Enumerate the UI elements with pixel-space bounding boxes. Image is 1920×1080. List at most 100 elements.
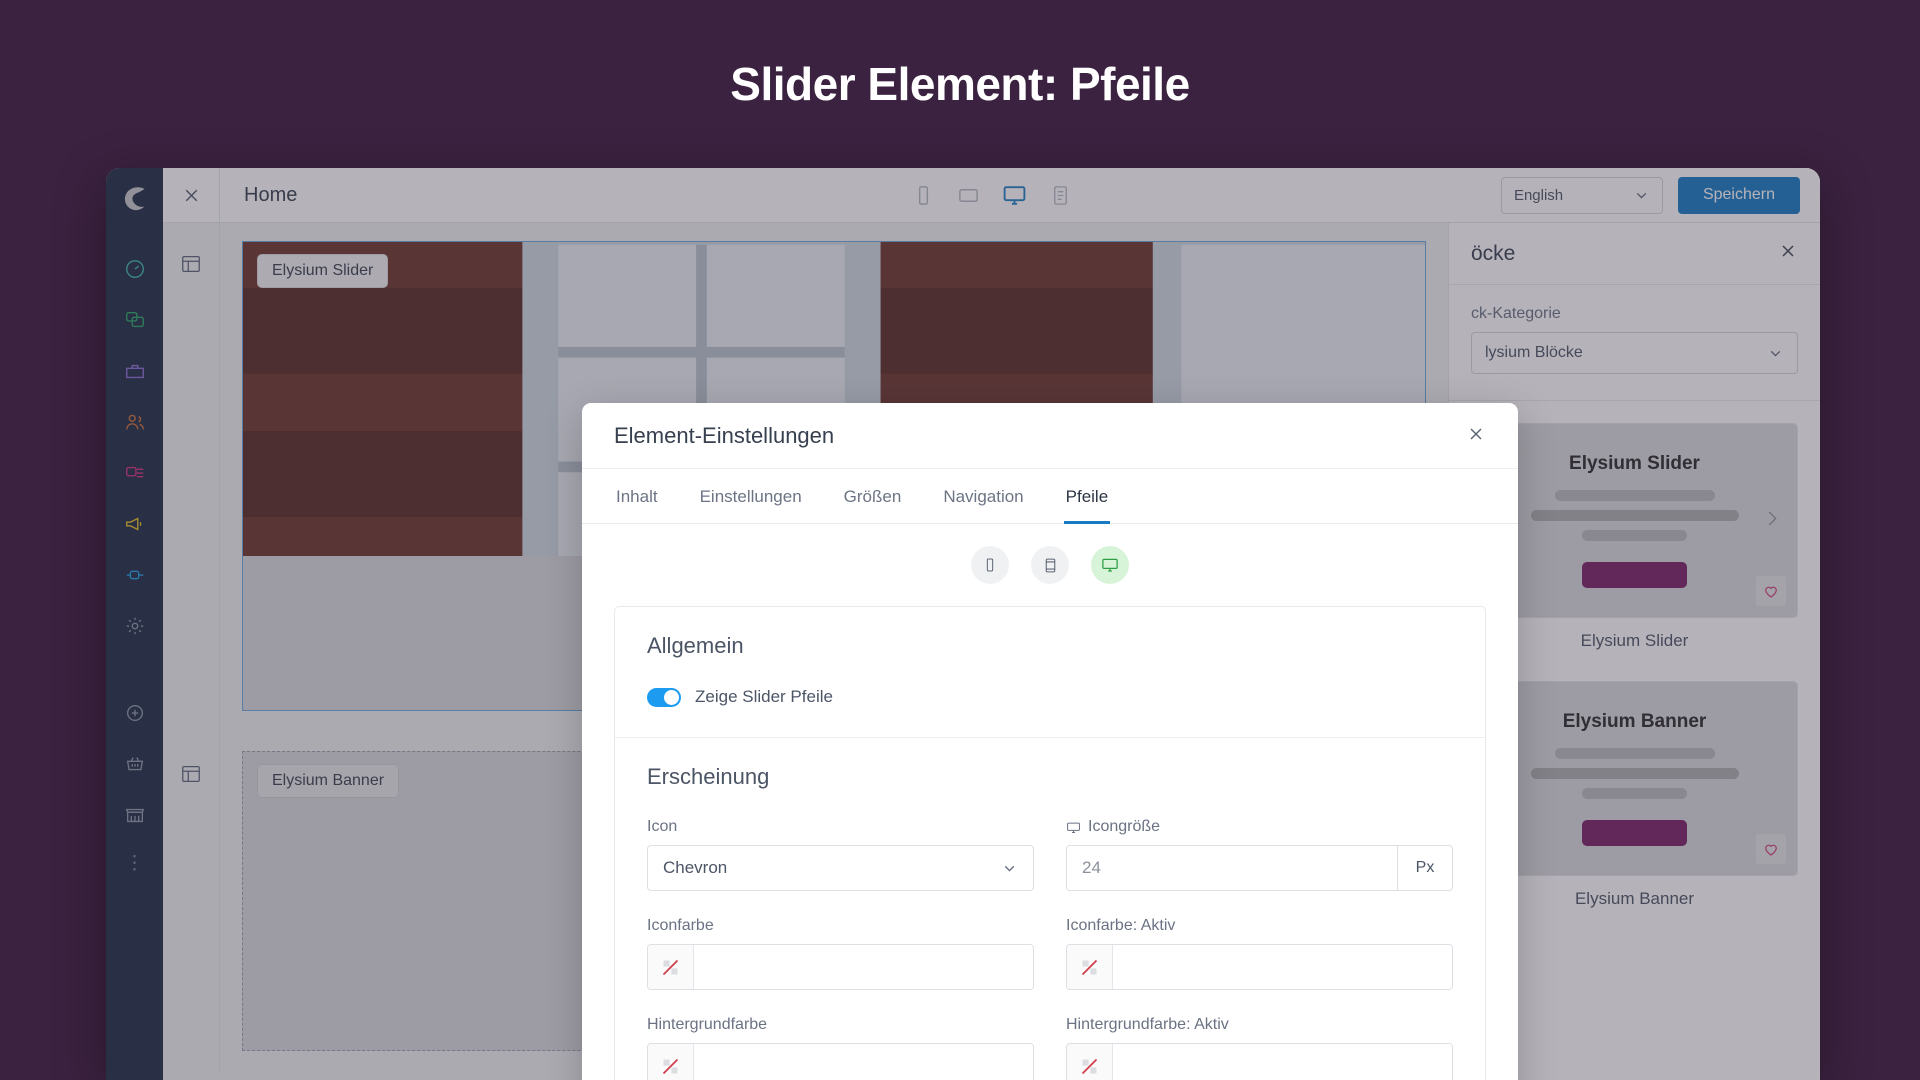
icon-field-group: Icon Chevron [647, 818, 1034, 891]
slider-next-arrow-icon [1761, 507, 1783, 534]
icon-color-active-field[interactable] [1066, 944, 1453, 990]
language-value: English [1513, 186, 1564, 204]
block-preview-title: Elysium Banner [1562, 711, 1707, 732]
block-card-slider[interactable]: Elysium Slider Elysium Slider [1471, 423, 1798, 651]
no-color-swatch-icon[interactable] [648, 1044, 694, 1080]
appearance-section: Erscheinung Icon Chevron Icongröße 24 Px… [615, 737, 1485, 1080]
bg-color-active-label: Hintergrundfarbe: Aktiv [1066, 1016, 1229, 1033]
icon-size-label-text: Icongröße [1088, 818, 1161, 835]
no-color-swatch-icon[interactable] [1067, 1044, 1113, 1080]
sidebar-item-settings[interactable] [120, 611, 150, 641]
tab-einstellungen[interactable]: Einstellungen [698, 469, 804, 523]
chevron-down-icon [1636, 192, 1647, 199]
skeleton-line [1582, 530, 1687, 541]
desktop-icon [1067, 822, 1080, 833]
viewport-list-icon[interactable] [1049, 184, 1072, 207]
appearance-row-1: Icon Chevron Icongröße 24 Px [647, 818, 1453, 891]
show-arrows-row[interactable]: Zeige Slider Pfeile [647, 687, 1453, 707]
block-preview: Elysium Slider [1471, 423, 1798, 618]
skeleton-line [1530, 768, 1739, 779]
tab-navigation[interactable]: Navigation [941, 469, 1025, 523]
viewport-desktop-icon[interactable] [1002, 183, 1027, 208]
section-layout-icon[interactable] [163, 733, 220, 1073]
appearance-row-2: Iconfarbe Iconfarbe: Aktiv [647, 917, 1453, 990]
icon-size-field-group: Icongröße 24 Px [1066, 818, 1453, 891]
breakpoint-desktop-button[interactable] [1091, 546, 1129, 584]
sidebar-more-icon[interactable]: ⋮ [125, 854, 144, 873]
icon-size-input[interactable]: 24 Px [1066, 845, 1453, 891]
sidebar-item-extensions[interactable] [120, 560, 150, 590]
favorite-heart-icon[interactable] [1755, 575, 1787, 607]
block-preview-title: Elysium Slider [1569, 453, 1700, 474]
settings-card: Allgemein Zeige Slider Pfeile Erscheinun… [614, 606, 1486, 1080]
modal-body: Allgemein Zeige Slider Pfeile Erscheinun… [582, 524, 1518, 1080]
admin-sidebar[interactable]: ⋮ [106, 168, 163, 1080]
page-title: Slider Element: Pfeile [730, 58, 1190, 110]
chevron-down-icon [1004, 865, 1015, 872]
viewport-tablet-icon[interactable] [957, 184, 980, 207]
banner-block-label: Elysium Banner [257, 764, 400, 798]
save-button[interactable]: Speichern [1677, 176, 1800, 214]
skeleton-line [1530, 510, 1739, 521]
icon-color-field-group: Iconfarbe [647, 917, 1034, 990]
favorite-heart-icon[interactable] [1755, 833, 1787, 865]
block-category-label: ck-Kategorie [1471, 305, 1561, 322]
icon-select[interactable]: Chevron [647, 845, 1034, 891]
icon-color-active-label: Iconfarbe: Aktiv [1066, 917, 1176, 934]
tab-inhalt[interactable]: Inhalt [614, 469, 660, 523]
icon-color-field[interactable] [647, 944, 1034, 990]
general-section: Allgemein Zeige Slider Pfeile [615, 607, 1485, 737]
skeleton-line [1554, 490, 1715, 501]
element-settings-modal: Element-Einstellungen Inhalt Einstellung… [582, 403, 1518, 1080]
appearance-row-3: Hintergrundfarbe Hintergrundfarbe: Aktiv [647, 1016, 1453, 1080]
show-arrows-toggle[interactable] [647, 687, 681, 707]
sidebar-item-catalogues[interactable] [120, 305, 150, 335]
sidebar-item-dashboard[interactable] [120, 254, 150, 284]
block-caption: Elysium Slider [1580, 631, 1689, 650]
sidebar-item-basket[interactable] [120, 749, 150, 779]
sidebar-item-customers[interactable] [120, 407, 150, 437]
breakpoint-tablet-button[interactable] [1031, 546, 1069, 584]
section-layout-icon[interactable] [163, 223, 220, 733]
sidebar-item-store[interactable] [120, 800, 150, 830]
language-select[interactable]: English [1500, 176, 1663, 214]
modal-tabs: Inhalt Einstellungen Größen Navigation P… [582, 469, 1518, 524]
block-caption: Elysium Banner [1574, 889, 1695, 908]
sidebar-item-add[interactable] [120, 698, 150, 728]
sidebar-item-orders[interactable] [120, 356, 150, 386]
bg-color-active-input[interactable] [1113, 1044, 1452, 1080]
blocks-panel-close-icon[interactable] [1778, 241, 1798, 266]
skeleton-line [1554, 748, 1715, 759]
bg-color-active-field[interactable] [1066, 1043, 1453, 1080]
icon-color-active-field-group: Iconfarbe: Aktiv [1066, 917, 1453, 990]
block-card-banner[interactable]: Elysium Banner Elysium Banner [1471, 681, 1798, 909]
sidebar-item-marketing[interactable] [120, 509, 150, 539]
shopware-logo-icon [118, 182, 152, 216]
breakpoint-mobile-button[interactable] [971, 546, 1009, 584]
sidebar-item-content[interactable] [120, 458, 150, 488]
block-category-select[interactable]: lysium Blöcke [1471, 332, 1798, 374]
modal-title: Element-Einstellungen [614, 422, 835, 448]
viewport-switcher[interactable] [912, 183, 1072, 208]
blocks-panel-title: öcke [1471, 241, 1516, 265]
viewport-mobile-icon[interactable] [912, 184, 935, 207]
tab-pfeile[interactable]: Pfeile [1063, 469, 1111, 524]
bg-color-field[interactable] [647, 1043, 1034, 1080]
topbar-actions: English Speichern [1500, 176, 1800, 214]
icon-color-input[interactable] [694, 945, 1033, 989]
icon-size-label: Icongröße [1066, 818, 1453, 836]
skeleton-line [1582, 788, 1687, 799]
bg-color-active-field-group: Hintergrundfarbe: Aktiv [1066, 1016, 1453, 1080]
tab-groessen[interactable]: Größen [842, 469, 904, 523]
icon-color-active-input[interactable] [1113, 945, 1452, 989]
block-preview: Elysium Banner [1471, 681, 1798, 876]
modal-close-icon[interactable] [1466, 424, 1486, 448]
bg-color-input[interactable] [694, 1044, 1033, 1080]
general-section-title: Allgemein [647, 633, 744, 658]
no-color-swatch-icon[interactable] [648, 945, 694, 989]
icon-size-value[interactable]: 24 [1067, 846, 1397, 890]
icon-size-unit: Px [1397, 846, 1452, 890]
close-editor-button[interactable] [163, 168, 220, 223]
no-color-swatch-icon[interactable] [1067, 945, 1113, 989]
bg-color-field-group: Hintergrundfarbe [647, 1016, 1034, 1080]
